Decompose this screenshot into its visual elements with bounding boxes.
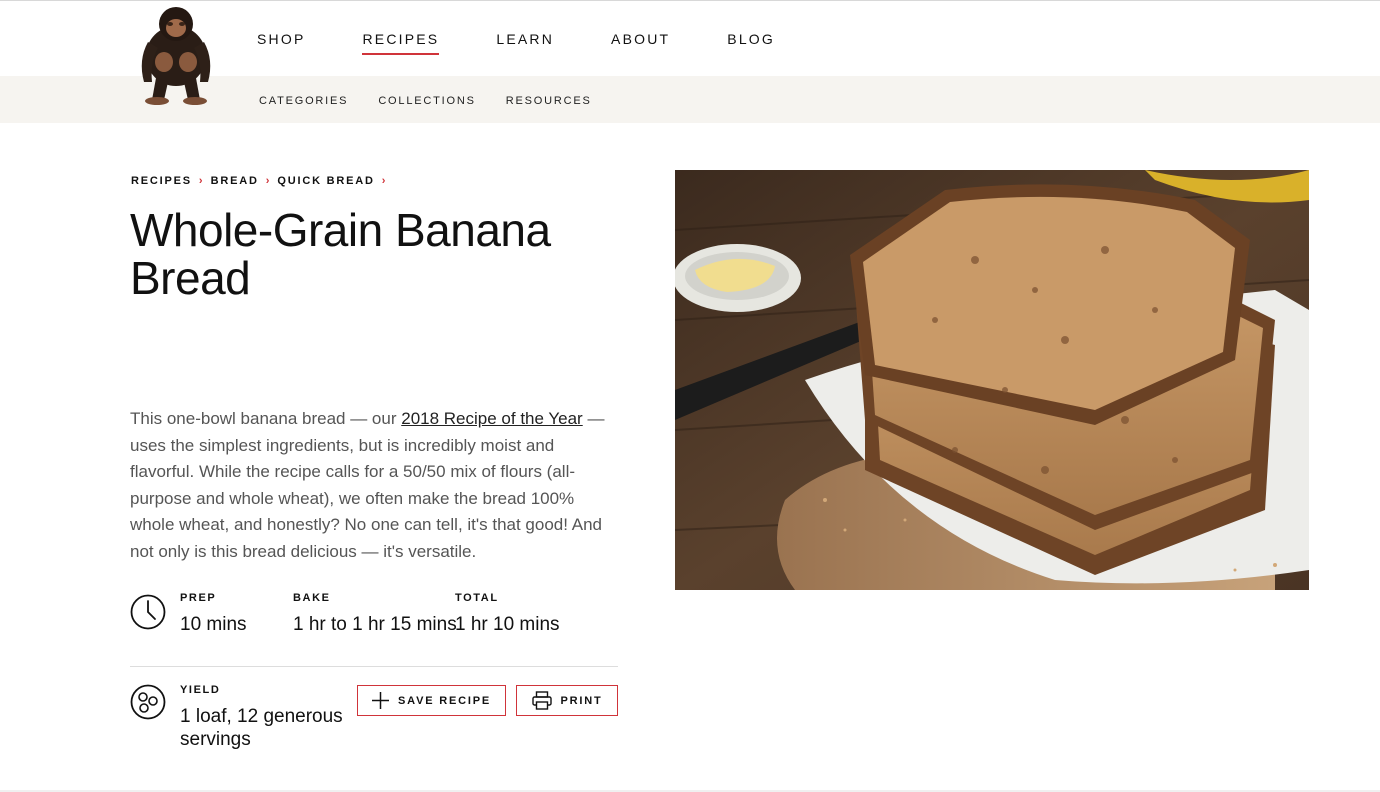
clock-icon	[130, 594, 166, 630]
breadcrumb-recipes[interactable]: RECIPES	[131, 175, 192, 187]
print-label: PRINT	[560, 694, 603, 707]
recipe-of-year-link[interactable]: 2018 Recipe of the Year	[401, 409, 582, 428]
chevron-right-icon: ›	[198, 175, 203, 187]
recipe-times: PREP 10 mins BAKE 1 hr to 1 hr 15 mins T…	[130, 592, 618, 667]
chimp-logo-icon[interactable]	[130, 2, 222, 106]
chevron-right-icon: ›	[265, 175, 270, 187]
subnav-collections[interactable]: COLLECTIONS	[378, 95, 475, 107]
print-button[interactable]: PRINT	[516, 685, 618, 716]
primary-nav-links: SHOP RECIPES LEARN ABOUT BLOG	[257, 31, 832, 55]
yield-icon	[130, 684, 166, 720]
nav-learn[interactable]: LEARN	[496, 31, 554, 55]
page-title: Whole-Grain Banana Bread	[130, 204, 551, 304]
nav-recipes[interactable]: RECIPES	[362, 31, 440, 55]
breadcrumb-quick-bread[interactable]: QUICK BREAD	[277, 175, 374, 187]
total-time: TOTAL 1 hr 10 mins	[455, 592, 560, 636]
nav-about[interactable]: ABOUT	[611, 31, 670, 55]
breadcrumb-bread[interactable]: BREAD	[211, 175, 259, 187]
prep-label: PREP	[180, 592, 217, 604]
bake-label: BAKE	[293, 592, 331, 604]
save-recipe-label: SAVE RECIPE	[398, 694, 491, 707]
intro-text-after: — uses the simplest ingredients, but is …	[130, 409, 605, 561]
plus-icon	[372, 692, 390, 709]
breadcrumb: RECIPES › BREAD › QUICK BREAD ›	[131, 175, 393, 187]
prep-value: 10 mins	[180, 614, 247, 635]
recipe-photo	[675, 170, 1309, 590]
yield-label: YIELD	[180, 684, 221, 696]
prep-time: PREP 10 mins	[180, 592, 247, 636]
total-label: TOTAL	[455, 592, 499, 604]
subnav-resources[interactable]: RESOURCES	[506, 95, 592, 107]
recipe-yield: YIELD 1 loaf, 12 generous servings	[180, 684, 350, 751]
bake-time: BAKE 1 hr to 1 hr 15 mins	[293, 592, 457, 636]
save-recipe-button[interactable]: SAVE RECIPE	[357, 685, 506, 716]
total-value: 1 hr 10 mins	[455, 614, 560, 635]
nav-blog[interactable]: BLOG	[727, 31, 775, 55]
nav-shop[interactable]: SHOP	[257, 31, 305, 55]
intro-text-before: This one-bowl banana bread — our	[130, 409, 402, 428]
chevron-right-icon: ›	[381, 175, 386, 187]
bake-value: 1 hr to 1 hr 15 mins	[293, 614, 457, 635]
yield-value: 1 loaf, 12 generous servings	[180, 706, 343, 750]
recipe-intro: This one-bowl banana bread — our 2018 Re…	[130, 406, 615, 565]
subnav-categories[interactable]: CATEGORIES	[259, 95, 348, 107]
printer-icon	[531, 691, 552, 710]
